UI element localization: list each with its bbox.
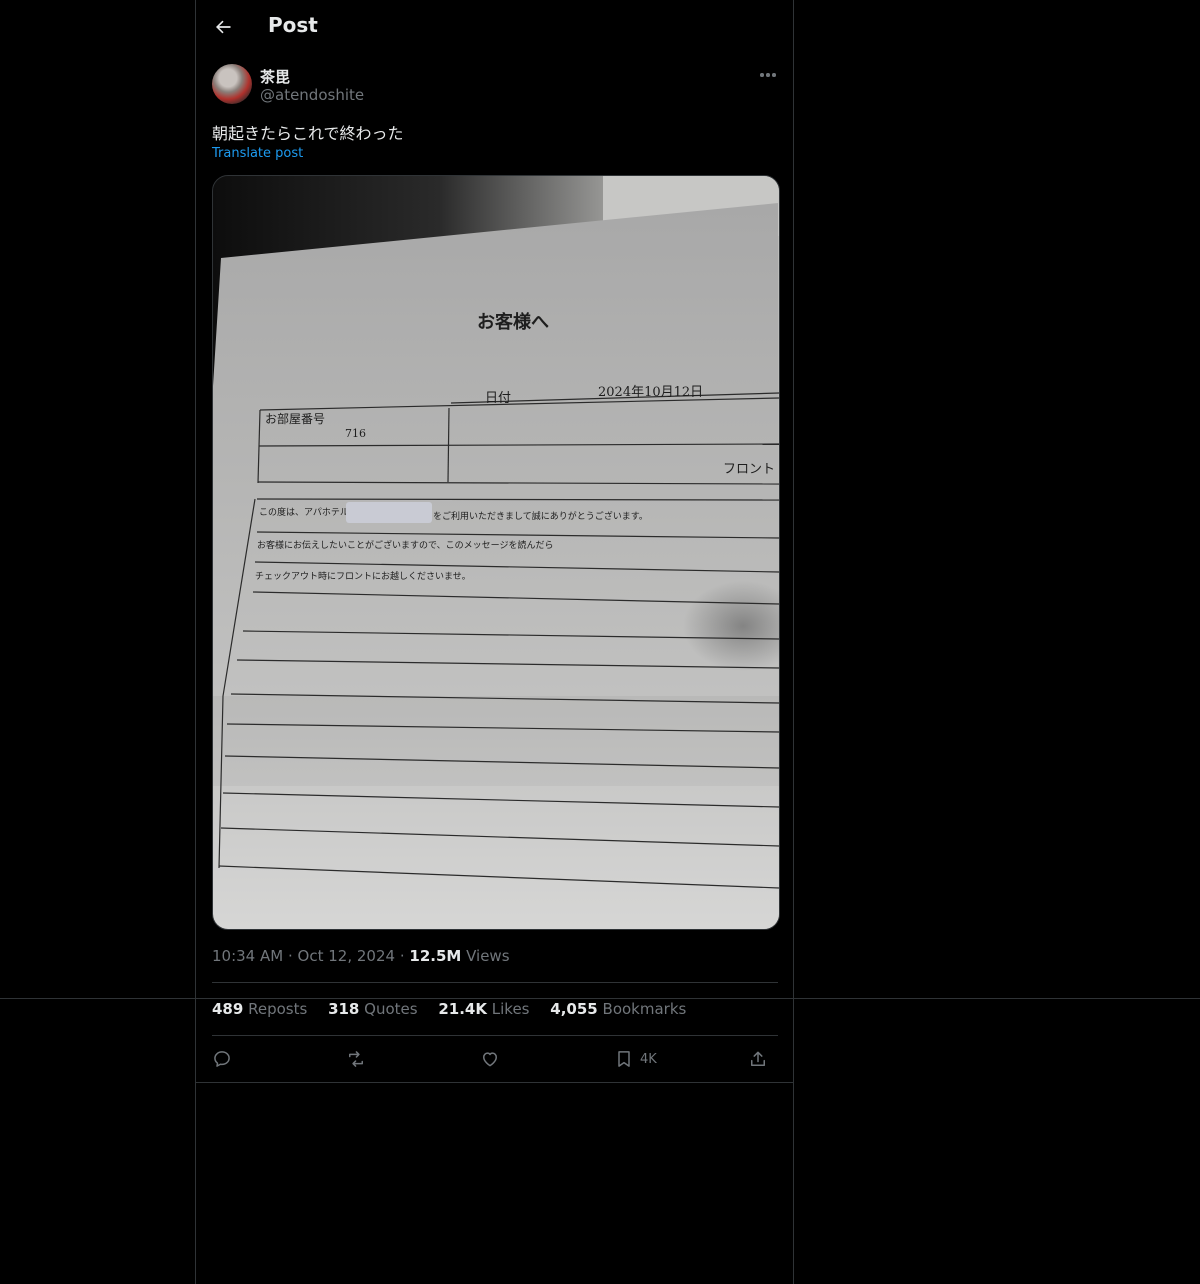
divider [196,1082,793,1083]
likes-stat[interactable]: 21.4K Likes [438,1000,529,1018]
back-arrow-icon [216,20,231,34]
share-button[interactable] [748,1046,768,1072]
reply-icon [214,1051,230,1067]
like-icon [483,1052,497,1067]
share-icon [751,1051,765,1066]
post-image[interactable]: お客様へ 日付 2024年10月12日 お部屋番号 716 フロント この度は、… [212,175,780,930]
repost-button[interactable] [346,1046,366,1072]
like-button[interactable] [480,1046,500,1072]
post-metadata: 10:34 AM · Oct 12, 2024 · 12.5M Views [212,947,510,965]
reposts-stat[interactable]: 489 Reposts [212,1000,307,1018]
more-icon [760,73,764,77]
bookmarks-stat[interactable]: 4,055 Bookmarks [550,1000,686,1018]
engagement-stats: 489 Reposts 318 Quotes 21.4K Likes 4,055… [212,1000,702,1018]
action-bar: 4K [212,1046,778,1074]
repost-icon [349,1051,363,1067]
post-time[interactable]: 10:34 AM [212,947,283,965]
views-label: Views [466,947,510,965]
divider [212,1035,778,1036]
letter-room-label: お部屋番号 [265,411,325,426]
page-title: Post [268,13,318,37]
letter-line-1b: をご利用いただきまして誠にありがとうございます。 [433,510,648,522]
letter-front-label: フロント [723,462,775,477]
quotes-stat[interactable]: 318 Quotes [328,1000,418,1018]
bookmark-count: 4K [640,1051,657,1067]
translate-post-link[interactable]: Translate post [212,146,303,161]
bookmark-button[interactable]: 4K [614,1046,657,1072]
reply-button[interactable] [212,1046,232,1072]
views-count: 12.5M [409,947,462,965]
author-handle[interactable]: @atendoshite [260,86,364,104]
bookmark-icon [618,1051,630,1067]
letter-heading: お客様へ [477,311,549,333]
photo-of-letter: お客様へ 日付 2024年10月12日 お部屋番号 716 フロント この度は、… [213,176,779,929]
post-date[interactable]: Oct 12, 2024 [298,947,396,965]
redaction-block [346,502,432,523]
top-bar: Post [196,0,793,54]
more-button[interactable] [756,64,780,86]
letter-room-number: 716 [345,427,366,440]
back-button[interactable] [210,14,236,40]
divider [212,982,778,983]
letter-line-3: チェックアウト時にフロントにお越しくださいませ。 [255,570,471,582]
author-name[interactable]: 茶毘 [260,66,290,87]
letter-line-1a: この度は、アパホテル [259,506,349,518]
letter-date-label: 日付 [485,391,511,406]
avatar[interactable] [212,64,252,104]
letter-line-2: お客様にお伝えしたいことがございますので、このメッセージを読んだら [257,539,553,551]
post-text: 朝起きたらこれで終わった [212,124,404,143]
letter-date: 2024年10月12日 [598,385,703,400]
post-column: Post 茶毘 @atendoshite 朝起きたらこれで終わった Transl… [195,0,794,1284]
